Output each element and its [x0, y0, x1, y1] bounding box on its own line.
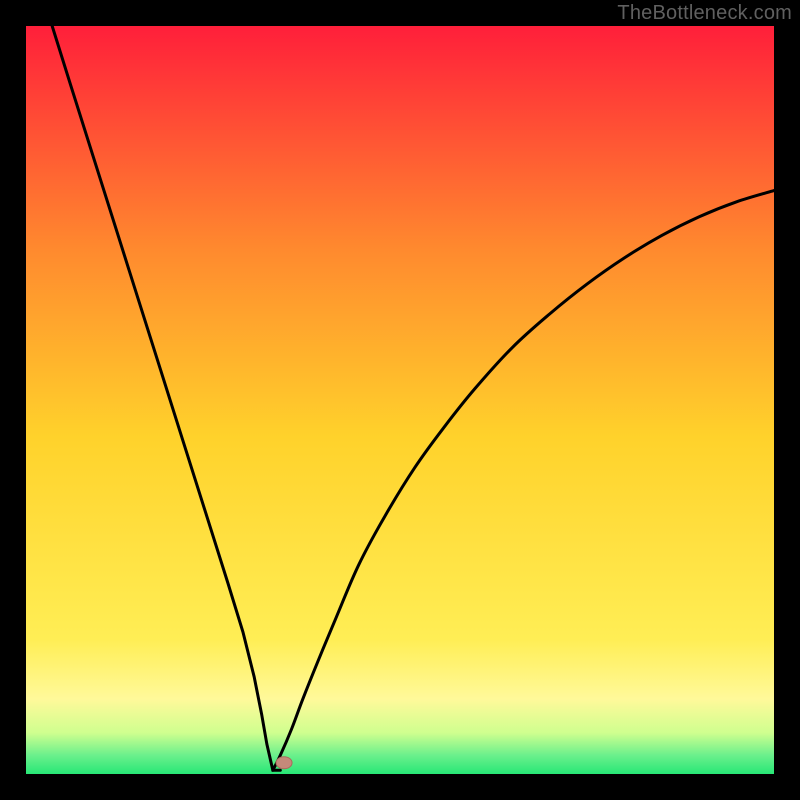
- credit-label: TheBottleneck.com: [617, 2, 792, 25]
- chart-frame: TheBottleneck.com: [0, 0, 800, 800]
- optimum-marker: [276, 757, 292, 769]
- plot-area: [26, 26, 774, 774]
- gradient-background: [26, 26, 774, 774]
- chart-svg: [26, 26, 774, 774]
